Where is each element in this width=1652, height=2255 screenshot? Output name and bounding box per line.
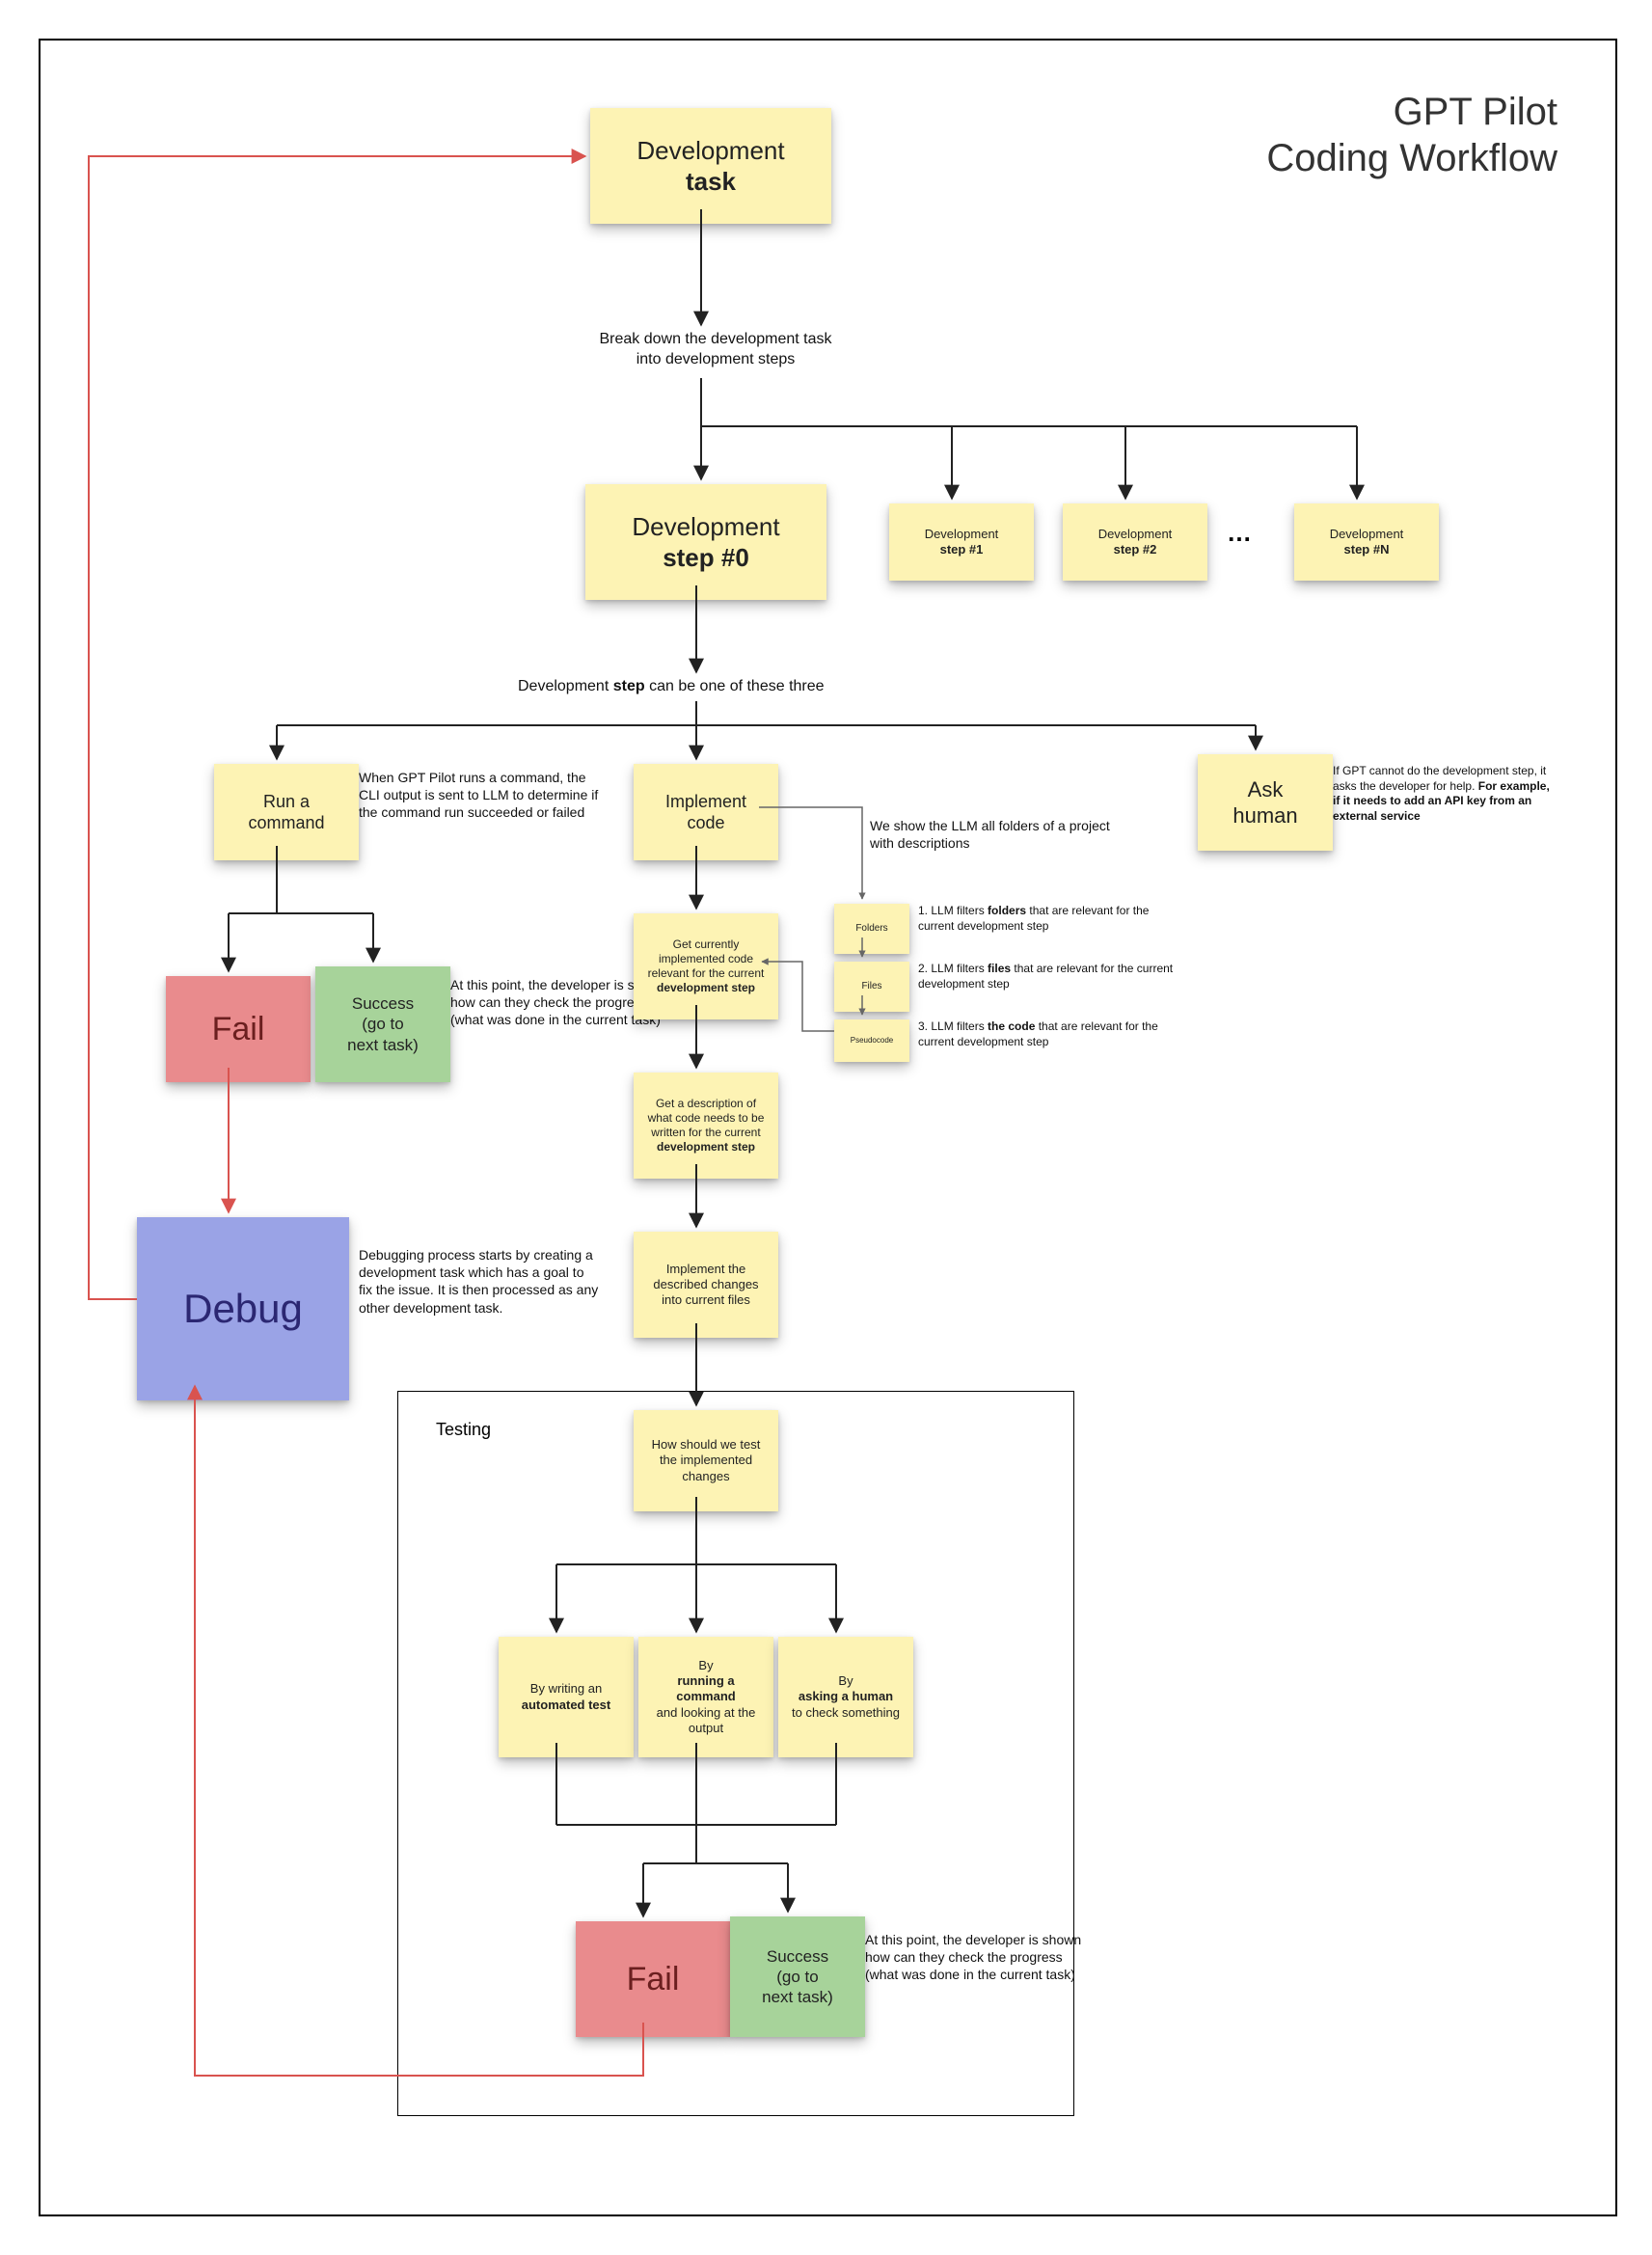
node-debug: Debug: [137, 1217, 349, 1400]
caption-success-2: At this point, the developer is shown ho…: [865, 1931, 1097, 1984]
node-implement-changes: Implement the described changes into cur…: [634, 1232, 778, 1338]
diagram-title: GPT Pilot Coding Workflow: [1266, 89, 1557, 181]
node-success-1: Success (go to next task): [315, 966, 450, 1082]
caption-step-kinds: Development step can be one of these thr…: [518, 677, 825, 697]
node-test-automated: By writing an automated test: [499, 1637, 634, 1757]
node-step-n: Development step #N: [1294, 503, 1439, 581]
caption-filter-2: 2. LLM filters files that are relevant f…: [918, 962, 1188, 992]
node-dev-task: Development task: [590, 108, 831, 224]
node-run-command: Run a command: [214, 764, 359, 860]
caption-folders-desc: We show the LLM all folders of a project…: [870, 817, 1111, 852]
node-how-test: How should we test the implemented chang…: [634, 1410, 778, 1511]
node-get-code: Get currently implemented code relevant …: [634, 913, 778, 1019]
caption-debug: Debugging process starts by creating a d…: [359, 1246, 600, 1317]
node-step-1: Development step #1: [889, 503, 1034, 581]
node-step-0: Development step #0: [585, 484, 826, 600]
node-test-command: By running a command and looking at the …: [638, 1637, 773, 1757]
caption-filter-1: 1. LLM filters folders that are relevant…: [918, 904, 1188, 934]
caption-run-command: When GPT Pilot runs a command, the CLI o…: [359, 769, 600, 822]
caption-filter-3: 3. LLM filters the code that are relevan…: [918, 1019, 1188, 1049]
ellipsis: …: [1227, 518, 1252, 548]
node-get-description: Get a description of what code needs to …: [634, 1073, 778, 1179]
node-folders: Folders: [834, 904, 909, 954]
node-ask-human: Ask human: [1198, 754, 1333, 851]
node-fail-1: Fail: [166, 976, 311, 1082]
testing-label: Testing: [436, 1420, 491, 1440]
node-files: Files: [834, 962, 909, 1012]
node-pseudocode: Pseudocode: [834, 1019, 909, 1062]
caption-breakdown: Break down the development task into dev…: [552, 330, 880, 370]
diagram-canvas: GPT Pilot Coding Workflow Development ta…: [39, 39, 1617, 2216]
node-implement-code: Implement code: [634, 764, 778, 860]
node-success-2: Success (go to next task): [730, 1916, 865, 2037]
caption-ask-human: If GPT cannot do the development step, i…: [1333, 764, 1555, 824]
node-test-human: By asking a human to check something: [778, 1637, 913, 1757]
node-fail-2: Fail: [576, 1921, 730, 2037]
node-step-2: Development step #2: [1063, 503, 1207, 581]
